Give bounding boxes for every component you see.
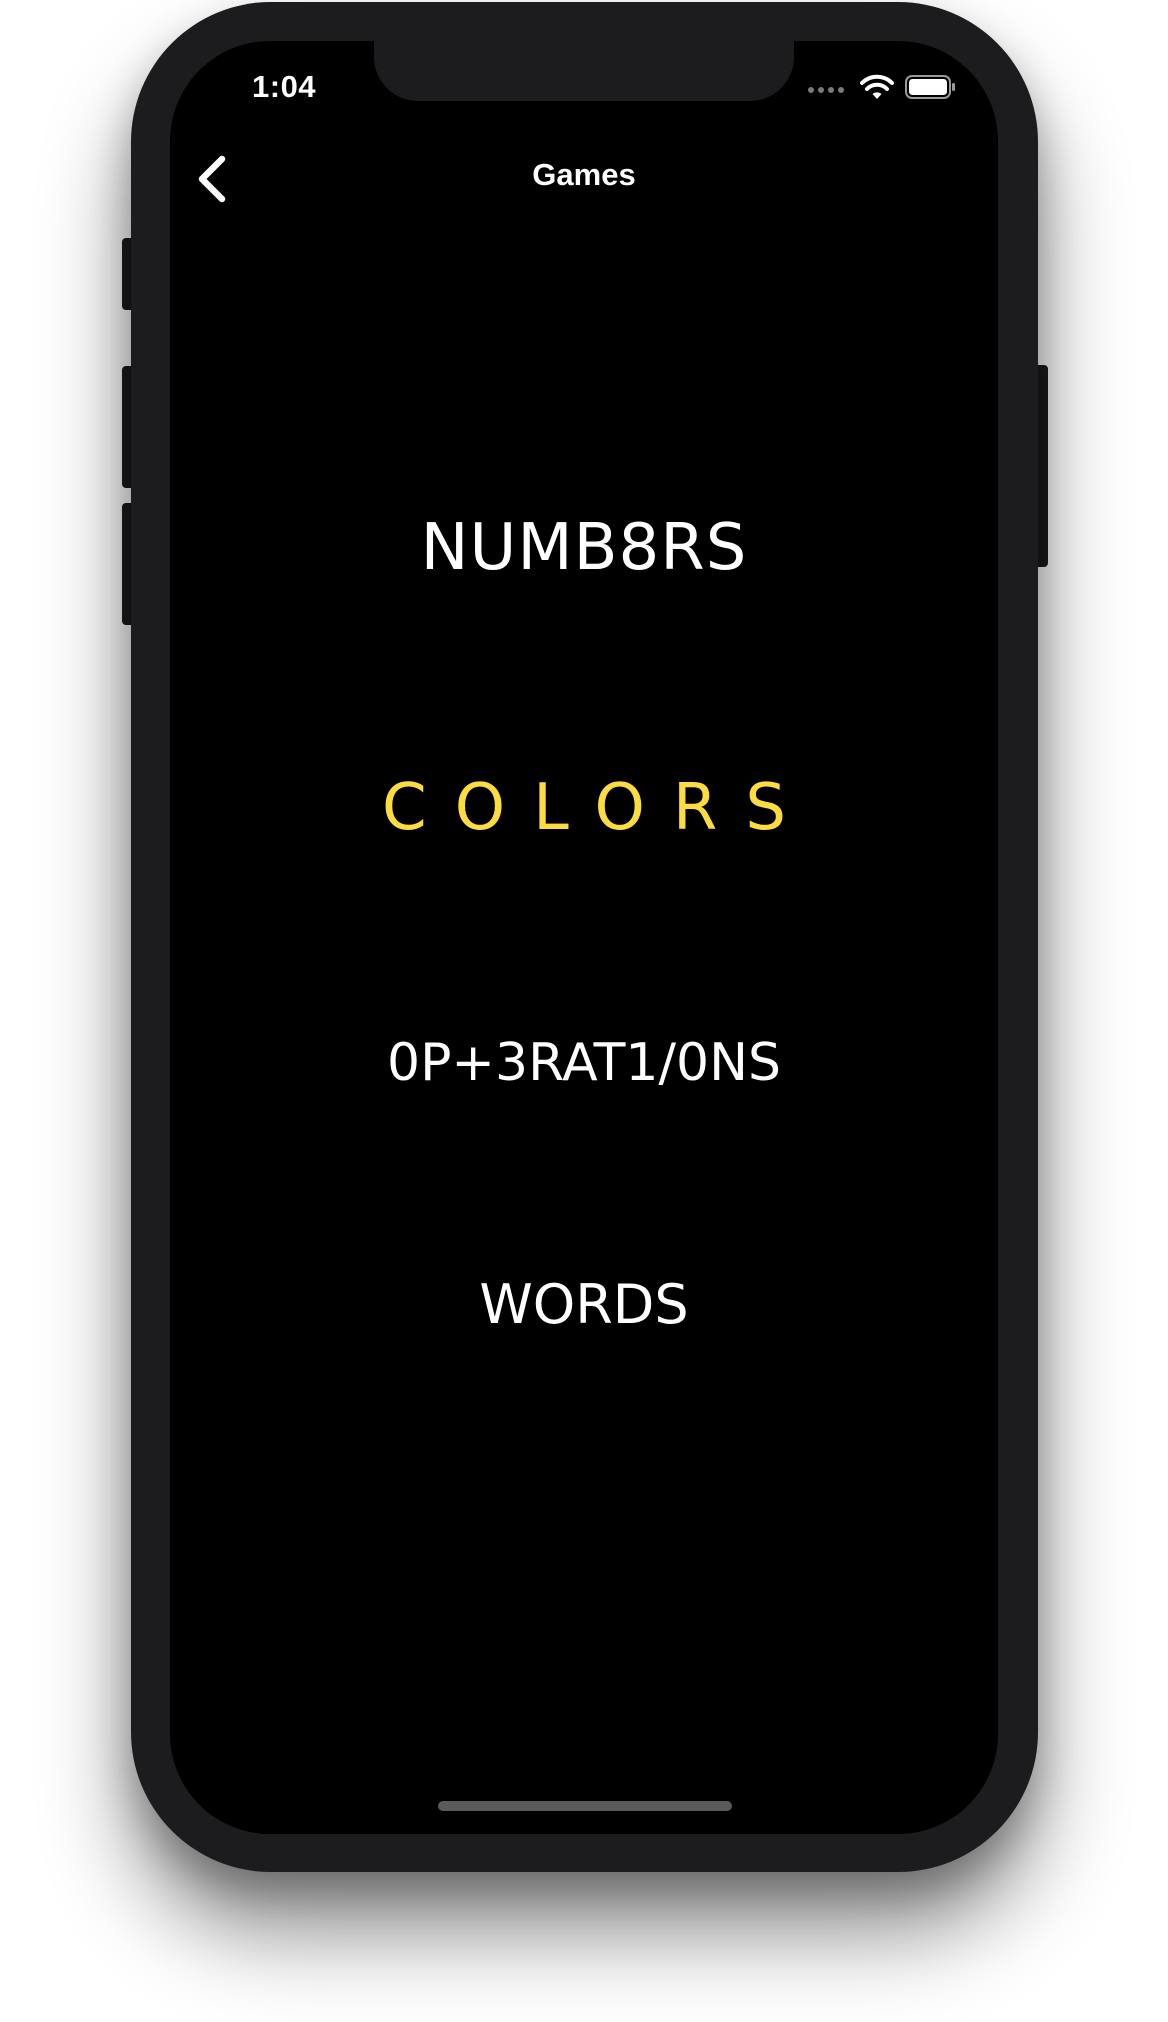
nav-title: Games: [532, 157, 636, 192]
menu-item-operations[interactable]: 0P+3RAT1/0NS: [170, 1033, 998, 1093]
signal-icon: [808, 87, 848, 95]
menu-item-colors[interactable]: COLORS: [170, 771, 998, 845]
notch: [374, 41, 794, 101]
menu-item-numbers[interactable]: NUMB8RS: [170, 511, 998, 585]
phone-screen: 1:04 Games NUMB8RS COLORS 0P+3RAT1/0NS W…: [170, 41, 998, 1834]
menu-item-words[interactable]: WORDS: [170, 1273, 998, 1336]
home-indicator[interactable]: [438, 1801, 732, 1811]
status-time: 1:04: [252, 69, 317, 104]
wifi-icon: [860, 74, 894, 99]
battery-icon: [905, 75, 955, 99]
